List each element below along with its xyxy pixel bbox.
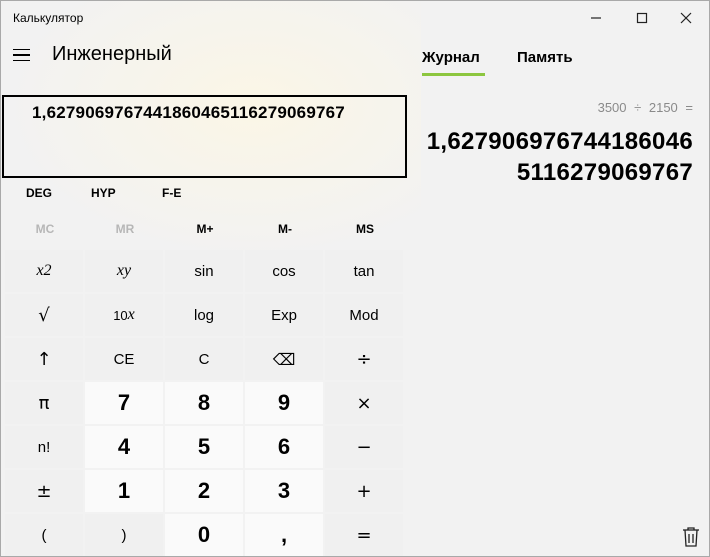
maximize-button[interactable] <box>619 1 665 35</box>
tab-history[interactable]: Журнал <box>422 49 480 66</box>
clear-entry-button[interactable]: CE <box>85 338 163 380</box>
pi-button[interactable]: π <box>5 382 83 424</box>
tan-button[interactable]: tan <box>325 250 403 292</box>
keypad: x2 xy sin cos tan √ 10 x log Exp Mod ↑ CE… <box>5 250 403 556</box>
display-value: 1,6279069767441860465116279069767 <box>32 103 345 122</box>
close-button[interactable] <box>663 1 709 35</box>
digit-6-button[interactable]: 6 <box>245 426 323 468</box>
close-paren-button[interactable]: ) <box>85 514 163 556</box>
digit-5-button[interactable]: 5 <box>165 426 243 468</box>
equals-icon: = <box>356 524 372 546</box>
multiply-icon: × <box>356 392 372 414</box>
menu-icon[interactable] <box>13 46 33 64</box>
ms-button[interactable]: MS <box>325 222 405 236</box>
app-title: Калькулятор <box>13 11 84 25</box>
backspace-button[interactable]: ⌫ <box>245 338 323 380</box>
ten-base: 10 <box>113 307 128 323</box>
digit-1-button[interactable]: 1 <box>85 470 163 512</box>
result-display: 1,6279069767441860465116279069767 <box>2 95 407 178</box>
exp-button[interactable]: Exp <box>245 294 323 336</box>
sqrt-button[interactable]: √ <box>5 294 83 336</box>
sin-button[interactable]: sin <box>165 250 243 292</box>
plus-minus-icon: ± <box>36 480 52 502</box>
backspace-icon: ⌫ <box>272 349 296 369</box>
close-icon <box>680 12 692 24</box>
log-button[interactable]: log <box>165 294 243 336</box>
power-base: x <box>116 262 124 279</box>
digit-8-button[interactable]: 8 <box>165 382 243 424</box>
fe-button[interactable]: F-E <box>162 186 181 200</box>
mod-button[interactable]: Mod <box>325 294 403 336</box>
minus-icon: − <box>356 436 372 458</box>
ten-power-button[interactable]: 10 x <box>85 294 163 336</box>
clear-button[interactable]: C <box>165 338 243 380</box>
sqrt-icon: √ <box>38 304 50 326</box>
power-exp: y <box>124 262 132 279</box>
equals-button[interactable]: = <box>325 514 403 556</box>
m-minus-button[interactable]: M- <box>245 222 325 236</box>
digit-0-button[interactable]: 0 <box>165 514 243 556</box>
divide-icon: ÷ <box>356 348 372 370</box>
square-base: x <box>36 262 44 279</box>
negate-button[interactable]: ± <box>5 470 83 512</box>
power-button[interactable]: xy <box>85 250 163 292</box>
square-exp: 2 <box>43 262 52 279</box>
tab-active-indicator <box>422 73 485 76</box>
cos-button[interactable]: cos <box>245 250 323 292</box>
divide-button[interactable]: ÷ <box>325 338 403 380</box>
title-bar: Калькулятор <box>1 1 709 35</box>
deg-button[interactable]: DEG <box>26 186 52 200</box>
history-result-line1: 1,627906976744186046 <box>426 128 693 155</box>
digit-3-button[interactable]: 3 <box>245 470 323 512</box>
tab-memory[interactable]: Память <box>517 49 573 66</box>
hyp-button[interactable]: HYP <box>91 186 116 200</box>
factorial-button[interactable]: n! <box>5 426 83 468</box>
history-result[interactable]: 1,627906976744186046 5116279069767 <box>403 126 693 188</box>
shift-button[interactable]: ↑ <box>5 338 83 380</box>
digit-9-button[interactable]: 9 <box>245 382 323 424</box>
minimize-icon <box>591 17 601 19</box>
digit-7-button[interactable]: 7 <box>85 382 163 424</box>
plus-icon: + <box>356 480 372 502</box>
minimize-button[interactable] <box>573 1 619 35</box>
pi-icon: π <box>38 392 50 414</box>
digit-4-button[interactable]: 4 <box>85 426 163 468</box>
shift-arrow-icon: ↑ <box>36 348 52 370</box>
square-button[interactable]: x2 <box>5 250 83 292</box>
history-expression[interactable]: 3500 ÷ 2150 = <box>598 100 693 115</box>
trash-icon[interactable] <box>681 526 701 548</box>
minus-button[interactable]: − <box>325 426 403 468</box>
maximize-icon <box>636 12 648 24</box>
ten-exp: x <box>127 306 135 323</box>
mc-button[interactable]: MC <box>5 222 85 236</box>
calculator-window: Калькулятор Инженерный Журнал Память 1,6… <box>0 0 710 557</box>
m-plus-button[interactable]: M+ <box>165 222 245 236</box>
digit-2-button[interactable]: 2 <box>165 470 243 512</box>
plus-button[interactable]: + <box>325 470 403 512</box>
multiply-button[interactable]: × <box>325 382 403 424</box>
open-paren-button[interactable]: ( <box>5 514 83 556</box>
decimal-comma-button[interactable]: , <box>245 514 323 556</box>
mode-title: Инженерный <box>52 43 172 65</box>
history-result-line2: 5116279069767 <box>516 159 693 186</box>
mr-button[interactable]: MR <box>85 222 165 236</box>
